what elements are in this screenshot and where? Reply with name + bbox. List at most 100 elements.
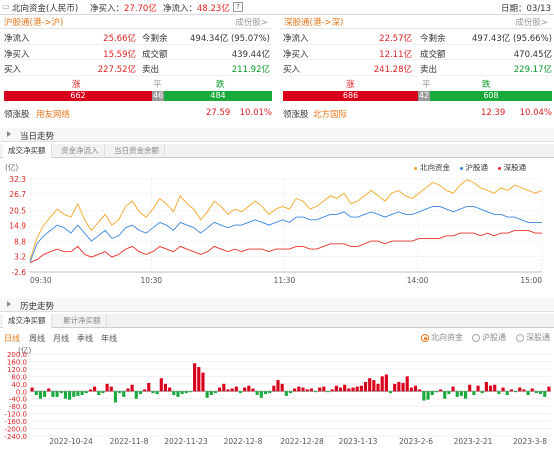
history-bar xyxy=(413,385,418,392)
history-bar xyxy=(105,383,109,392)
history-bar xyxy=(268,391,272,394)
history-bar xyxy=(209,391,213,395)
history-bar xyxy=(484,381,488,392)
history-bar xyxy=(430,391,434,395)
y-tick-label: 14.9 xyxy=(9,221,26,230)
expand-arrow-icon[interactable] xyxy=(7,131,11,137)
intraday-section-header[interactable]: 当日走势 xyxy=(0,128,554,142)
sh-label-inflow: 净流入 xyxy=(4,34,30,44)
history-bar xyxy=(438,389,443,392)
history-bar xyxy=(118,391,122,394)
history-bar xyxy=(480,391,484,394)
history-bar xyxy=(343,384,347,392)
sz-panel-title: 深股通(港->深) xyxy=(284,18,344,28)
sz-up-bar: 686 xyxy=(283,90,418,101)
sz-label-sell: 卖出 xyxy=(420,65,438,75)
history-bar xyxy=(543,391,547,397)
help-icon[interactable]: ? xyxy=(233,2,243,12)
sh-label-netbuy: 净买入 xyxy=(4,49,30,60)
series-line-北向资金 xyxy=(29,179,543,260)
x-tick-label: 2022-10-24 xyxy=(49,437,93,446)
history-bar xyxy=(509,389,513,392)
history-bar xyxy=(468,384,472,392)
history-bar xyxy=(101,391,105,394)
history-bar xyxy=(63,391,67,399)
sz-flat-bar: 42 xyxy=(418,90,430,101)
history-bar xyxy=(305,389,309,392)
history-bar xyxy=(363,381,368,392)
history-bar xyxy=(109,386,113,392)
history-bar xyxy=(434,391,438,393)
sh-label-remaining: 今剩余 xyxy=(142,34,168,44)
sz-leader-stock-link[interactable]: 北方国际 xyxy=(313,108,347,120)
history-bar xyxy=(426,391,430,400)
history-bar xyxy=(368,378,372,392)
sz-label-turnover: 成交额 xyxy=(420,49,446,60)
sz-down-label: 跌 xyxy=(482,79,491,90)
sz-leader-label: 领涨股 xyxy=(283,109,309,120)
period-weekly[interactable]: 周线 xyxy=(29,333,45,344)
expand-arrow-icon[interactable] xyxy=(7,301,11,307)
history-bar xyxy=(34,391,38,395)
history-bar xyxy=(147,382,151,392)
x-tick-label: 2023-3-8 xyxy=(513,437,547,446)
history-bar xyxy=(422,391,426,401)
sz-value-sell: 229.17亿 xyxy=(513,65,552,75)
tab-history-net-buy[interactable]: 成交净买额 xyxy=(3,314,52,328)
sz-leader-pct: 10.04% xyxy=(519,107,552,118)
collapse-icon[interactable]: ▭ xyxy=(2,2,10,11)
tab-daily-balance[interactable]: 当日资金余额 xyxy=(109,144,165,158)
sz-value-buy: 241.28亿 xyxy=(373,65,412,75)
tab-net-inflow[interactable]: 资金净流入 xyxy=(56,144,105,158)
sh-leader-stock-link[interactable]: 用友网络 xyxy=(36,108,70,120)
history-bar xyxy=(393,383,397,392)
sh-value-remaining: 494.34亿 (95.07%) xyxy=(190,34,270,44)
sz-constituents-link[interactable]: 成份股> xyxy=(515,16,548,28)
net-buy-label: 净买入： xyxy=(90,4,125,14)
y-tick-label: 3.2 xyxy=(14,253,26,262)
history-bar xyxy=(409,387,413,392)
history-bar xyxy=(247,385,251,392)
history-bar xyxy=(197,367,201,392)
sh-label-sell: 卖出 xyxy=(142,65,160,75)
period-quarterly[interactable]: 季线 xyxy=(77,333,93,344)
y-tick-label: 20.5 xyxy=(9,206,26,215)
sh-constituents-link[interactable]: 成份股> xyxy=(235,16,268,28)
radio-sz[interactable]: 深股通 xyxy=(516,332,550,343)
history-bar xyxy=(43,391,47,397)
sz-value-remaining: 497.43亿 (95.66%) xyxy=(472,34,552,44)
period-yearly[interactable]: 年线 xyxy=(101,333,117,344)
history-bar xyxy=(418,389,422,392)
history-bar xyxy=(530,388,534,392)
history-bar xyxy=(497,391,501,395)
history-bar xyxy=(193,363,197,392)
history-section-header[interactable]: 历史走势 xyxy=(0,298,554,312)
period-daily[interactable]: 日线 xyxy=(4,333,20,344)
history-bar xyxy=(222,383,226,392)
sh-flat-label: 平 xyxy=(153,79,162,90)
history-bar-chart[interactable]: 200.0160.0120.080.040.00.0-40.0-80.0-120… xyxy=(0,350,554,449)
intraday-line-chart[interactable]: 32.3 26.7 20.5 14.9 8.8 3.2 -2.6 09:30 10:30 11:3… xyxy=(0,170,554,290)
history-bar xyxy=(134,391,138,399)
history-bar xyxy=(255,391,259,395)
period-monthly[interactable]: 月线 xyxy=(53,333,69,344)
tab-net-buy[interactable]: 成交净买额 xyxy=(3,144,52,158)
radio-sh[interactable]: 沪股通 xyxy=(472,332,506,343)
history-bar xyxy=(463,391,468,399)
history-bar xyxy=(501,387,505,392)
tab-history-cumulative[interactable]: 累计净买额 xyxy=(58,314,107,328)
sz-connect-panel: 深股通(港->深) 成份股> 净流入 22.57亿 今剩余 497.43亿 (95.6… xyxy=(280,15,552,120)
sh-leader-pct: 10.01% xyxy=(239,107,272,118)
history-bar xyxy=(226,389,230,392)
sz-value-inflow: 22.57亿 xyxy=(379,34,412,44)
sz-flat-label: 平 xyxy=(422,79,431,90)
history-bar xyxy=(493,384,497,392)
y-tick-label: 26.7 xyxy=(9,190,26,199)
history-bar xyxy=(347,388,351,392)
radio-north[interactable]: 北向资金 xyxy=(421,332,463,343)
net-inflow-label: 净流入： xyxy=(163,4,198,14)
history-bar xyxy=(80,391,84,395)
sz-up-label: 涨 xyxy=(346,79,355,90)
history-bar xyxy=(113,391,118,403)
history-bar xyxy=(205,391,209,398)
